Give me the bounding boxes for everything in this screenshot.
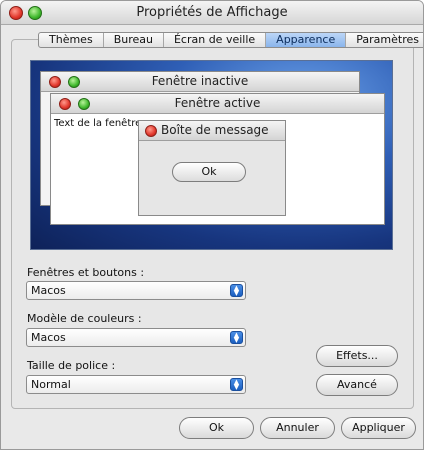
message-ok-button: Ok	[172, 162, 246, 182]
tab-settings[interactable]: Paramètres	[346, 33, 423, 47]
appearance-preview: Fenêtre inactive Fenêtre active Text de …	[30, 60, 393, 250]
apply-button[interactable]: Appliquer	[341, 417, 416, 439]
tab-desktop[interactable]: Bureau	[104, 33, 164, 47]
inactive-window-title: Fenêtre inactive	[41, 72, 359, 92]
select-arrows-icon: ▲ ▼	[230, 378, 243, 391]
tab-bar: Thèmes Bureau Écran de veille Apparence …	[38, 32, 423, 48]
tab-screensaver[interactable]: Écran de veille	[164, 33, 267, 47]
message-close-icon	[145, 125, 157, 137]
windows-buttons-select[interactable]: Macos ▲ ▼	[26, 281, 246, 300]
inactive-zoom-icon	[68, 76, 80, 88]
active-close-icon	[59, 98, 71, 110]
select-arrows-icon: ▲ ▼	[230, 331, 243, 344]
color-scheme-select[interactable]: Macos ▲ ▼	[26, 328, 246, 347]
active-zoom-icon	[78, 98, 90, 110]
display-properties-window: Propriétés de Affichage Thèmes Bureau Éc…	[0, 0, 424, 450]
message-box-preview: Boîte de message Ok	[138, 120, 286, 216]
window-text-sample: Text de la fenêtre	[54, 118, 142, 129]
active-window-title: Fenêtre active	[51, 94, 384, 114]
tab-appearance[interactable]: Apparence	[266, 33, 347, 47]
ok-button[interactable]: Ok	[179, 417, 254, 439]
cancel-button[interactable]: Annuler	[260, 417, 335, 439]
select-arrows-icon: ▲ ▼	[230, 284, 243, 297]
font-size-value: Normal	[31, 378, 71, 391]
tab-themes[interactable]: Thèmes	[39, 33, 104, 47]
color-scheme-value: Macos	[31, 331, 66, 344]
windows-buttons-value: Macos	[31, 284, 66, 297]
window-title: Propriétés de Affichage	[136, 5, 288, 20]
color-scheme-label: Modèle de couleurs :	[27, 312, 142, 325]
windows-buttons-label: Fenêtres et boutons :	[27, 266, 145, 279]
font-size-label: Taille de police :	[27, 359, 116, 372]
title-bar[interactable]: Propriétés de Affichage	[1, 1, 423, 25]
advanced-button[interactable]: Avancé	[316, 374, 398, 396]
inactive-close-icon	[49, 76, 61, 88]
font-size-select[interactable]: Normal ▲ ▼	[26, 375, 246, 394]
effects-button[interactable]: Effets...	[316, 345, 398, 367]
message-box-title: Boîte de message	[139, 121, 285, 141]
